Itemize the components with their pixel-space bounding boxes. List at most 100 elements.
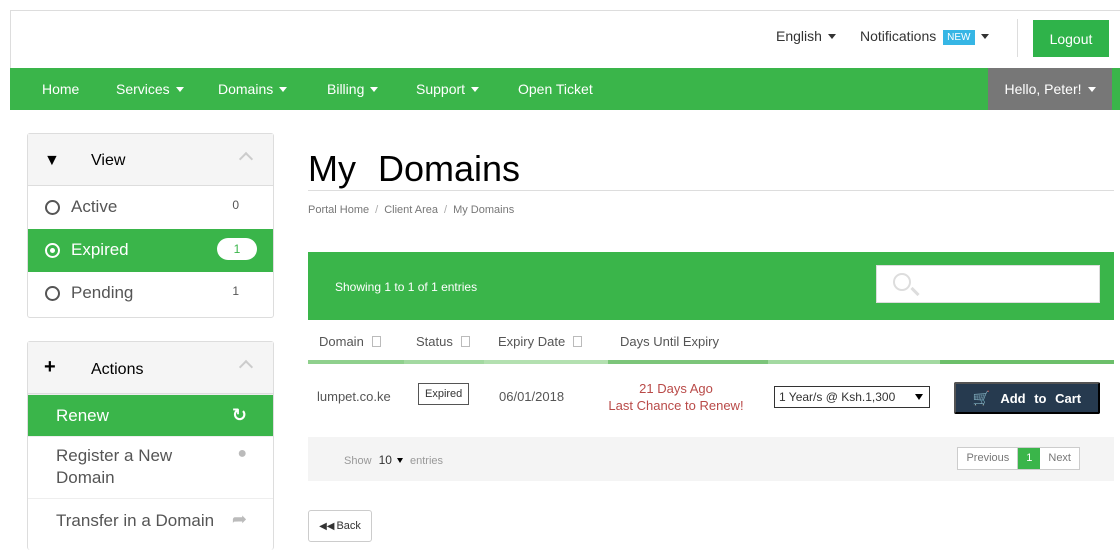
filter-icon: ▼ — [44, 152, 60, 169]
view-filter-active[interactable]: Active 0 — [28, 186, 273, 229]
showing-entries: Showing 1 to 1 of 1 entries — [335, 280, 478, 294]
action-renew[interactable]: Renew ↻ — [28, 394, 273, 436]
caret-down-icon — [827, 34, 836, 39]
nav-item-domains[interactable]: Domains — [218, 81, 288, 97]
col-label: Domain — [319, 334, 364, 349]
table-row: lumpet.co.ke Expired 06/01/2018 21 Days … — [308, 364, 1114, 428]
share-arrow-icon: ➦ — [231, 509, 247, 529]
breadcrumb: Portal Home / Client Area / My Domains — [308, 204, 514, 216]
notifications-dropdown[interactable]: Notifications NEW — [860, 28, 989, 45]
action-register-domain[interactable]: Register a New Domain ● — [28, 436, 273, 498]
page-length-select[interactable]: 10 — [379, 453, 403, 467]
renewal-term-select[interactable]: 1 Year/s @ Ksh.1,300 — [774, 386, 930, 408]
breadcrumb-portal-home[interactable]: Portal Home — [308, 204, 369, 216]
logout-button[interactable]: Logout — [1033, 20, 1109, 57]
action-label: Renew — [56, 406, 109, 425]
filter-count: 1 — [232, 284, 239, 298]
caret-down-icon — [980, 34, 989, 39]
filter-label: Active — [71, 197, 118, 216]
nav-label: Services — [116, 81, 170, 97]
refresh-icon: ↻ — [231, 405, 247, 425]
domain-name[interactable]: lumpet.co.ke — [317, 389, 391, 404]
search-input[interactable] — [925, 272, 1093, 296]
caret-down-icon — [175, 87, 184, 92]
search-icon — [893, 273, 911, 291]
breadcrumb-separator: / — [444, 204, 448, 216]
nav-item-open-ticket[interactable]: Open Ticket — [518, 81, 593, 97]
sort-icon — [460, 336, 470, 347]
expiry-date: 06/01/2018 — [499, 389, 565, 404]
nav-label: Billing — [327, 81, 365, 97]
back-button[interactable]: ◀◀ Back — [308, 510, 372, 542]
radio-checked-icon — [45, 243, 60, 258]
nav-label: Domains — [218, 81, 274, 97]
language-dropdown[interactable]: English — [776, 28, 836, 44]
view-panel-header[interactable]: ▼ View — [28, 134, 273, 186]
sort-icon — [371, 336, 381, 347]
next-page-button[interactable]: Next — [1040, 448, 1079, 469]
nav-item-services[interactable]: Services — [116, 81, 184, 97]
shopping-cart-icon: 🛒 — [972, 389, 991, 406]
caret-down-icon — [1087, 86, 1096, 92]
new-badge: NEW — [943, 30, 975, 45]
pagination: Previous 1 Next — [957, 447, 1080, 470]
view-filter-expired[interactable]: Expired 1 — [28, 229, 273, 272]
previous-page-button[interactable]: Previous — [958, 448, 1019, 469]
actions-panel-title: Actions — [91, 361, 144, 378]
notifications-label: Notifications — [860, 28, 937, 44]
breadcrumb-current: My Domains — [453, 204, 515, 216]
actions-panel-header[interactable]: + Actions — [28, 342, 273, 394]
table-header: Domain Status Expiry Date Days Until Exp… — [308, 320, 1114, 364]
entries-label: entries — [410, 455, 444, 467]
nav-item-home[interactable]: Home — [42, 81, 79, 97]
col-label: Status — [416, 334, 453, 349]
main-navbar: Home Services Domains Billing Support Op… — [10, 68, 1120, 110]
days-ago: 21 Days Ago — [639, 381, 713, 396]
add-to-cart-button[interactable]: 🛒 Add to Cart — [954, 382, 1100, 414]
show-label: Show — [344, 455, 372, 467]
view-panel: ▼ View Active 0 Expired 1 Pending 1 — [27, 133, 274, 318]
plus-icon: + — [44, 356, 56, 378]
nav-label: Home — [42, 81, 80, 97]
action-label: Transfer in a Domain — [56, 511, 215, 530]
user-greeting: Hello, Peter! — [1004, 81, 1082, 97]
action-transfer-domain[interactable]: Transfer in a Domain ➦ — [28, 498, 273, 544]
add-to-cart-label: Add to Cart — [1000, 390, 1082, 406]
nav-item-support[interactable]: Support — [416, 81, 480, 97]
chevron-up-icon[interactable] — [238, 359, 254, 375]
back-label: Back — [336, 520, 361, 532]
days-until-expiry: 21 Days Ago Last Chance to Renew! — [596, 380, 756, 414]
page-length-value: 10 — [378, 453, 392, 467]
sort-icon — [573, 336, 583, 347]
col-days-until-expiry[interactable]: Days Until Expiry — [620, 334, 719, 349]
user-menu[interactable]: Hello, Peter! — [988, 68, 1112, 110]
breadcrumb-client-area[interactable]: Client Area — [384, 204, 438, 216]
radio-icon — [45, 286, 60, 301]
status-badge: Expired — [418, 383, 470, 405]
renew-warning: Last Chance to Renew! — [608, 398, 744, 413]
col-domain[interactable]: Domain — [319, 334, 381, 349]
breadcrumb-separator: / — [375, 204, 379, 216]
caret-down-icon — [279, 87, 288, 92]
col-status[interactable]: Status — [416, 334, 470, 349]
nav-label: Support — [416, 81, 466, 97]
language-label: English — [776, 28, 822, 44]
page-length: Show 10 entries — [344, 453, 443, 467]
filter-count-badge: 1 — [217, 238, 257, 260]
actions-panel: + Actions Renew ↻ Register a New Domain … — [27, 341, 274, 550]
page-title: My Domains — [308, 148, 521, 189]
renewal-term-value: 1 Year/s @ Ksh.1,300 — [779, 390, 896, 404]
chevron-up-icon[interactable] — [238, 151, 254, 167]
caret-down-icon — [370, 87, 379, 92]
table-footer: Show 10 entries Previous 1 Next — [308, 437, 1114, 481]
view-filter-pending[interactable]: Pending 1 — [28, 272, 273, 315]
col-expiry-date[interactable]: Expiry Date — [498, 334, 583, 349]
dropdown-arrow-icon — [915, 394, 923, 400]
view-panel-title: View — [91, 152, 126, 169]
fast-backward-icon: ◀◀ — [319, 520, 335, 532]
table-search[interactable] — [876, 265, 1100, 303]
nav-item-billing[interactable]: Billing — [327, 81, 379, 97]
page-1-button[interactable]: 1 — [1018, 448, 1041, 469]
filter-count: 0 — [232, 198, 239, 212]
filter-label: Pending — [71, 283, 134, 302]
